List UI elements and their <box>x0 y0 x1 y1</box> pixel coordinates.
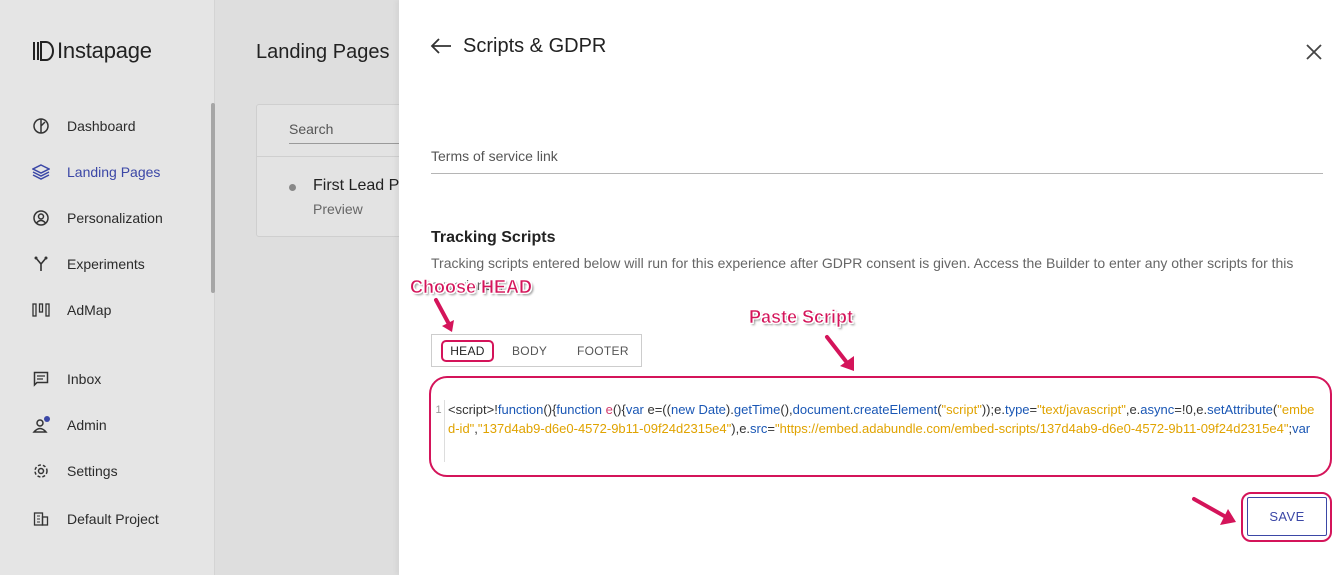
terms-of-service-field[interactable]: Terms of service link <box>431 148 1323 174</box>
sidebar-item-label: Personalization <box>67 210 163 226</box>
sidebar-item-label: Experiments <box>67 256 145 272</box>
arrow-left-icon <box>430 38 451 54</box>
sidebar-item-default-project[interactable]: Default Project <box>32 510 159 528</box>
search-label: Search <box>289 121 334 137</box>
sidebar-item-experiments[interactable]: Experiments <box>32 255 145 273</box>
script-editor[interactable]: 1 <script>!function(){function e(){var e… <box>433 400 1325 462</box>
annotation-paste-script: Paste Script <box>749 307 854 328</box>
person-icon <box>32 416 50 434</box>
sidebar-item-admin[interactable]: Admin <box>32 416 107 434</box>
terms-of-service-label: Terms of service link <box>431 148 558 164</box>
arrow-to-editor-icon <box>825 335 854 371</box>
instapage-logo[interactable]: Instapage <box>32 38 152 64</box>
close-icon <box>1306 44 1322 60</box>
sidebar-item-label: Landing Pages <box>67 164 161 180</box>
message-icon <box>32 370 50 388</box>
scripts-gdpr-panel: Scripts & GDPR Terms of service link Tra… <box>399 0 1338 575</box>
close-button[interactable] <box>1305 43 1323 61</box>
bars-icon <box>32 301 50 319</box>
sidebar-item-landing-pages[interactable]: Landing Pages <box>32 163 160 181</box>
search-input[interactable]: Search <box>289 121 415 144</box>
annotation-choose-head: Choose HEAD <box>410 277 533 298</box>
sidebar-item-label: Inbox <box>67 371 102 387</box>
landing-pages-card: Search First Lead P Preview <box>256 104 416 237</box>
script-location-tabs: HEAD BODY FOOTER <box>431 334 642 367</box>
tab-footer[interactable]: FOOTER <box>577 344 629 358</box>
script-code[interactable]: <script>!function(){function e(){var e=(… <box>448 400 1320 438</box>
sidebar-item-personalization[interactable]: Personalization <box>32 209 163 227</box>
gear-icon <box>32 462 50 480</box>
tracking-scripts-description: Tracking scripts entered below will run … <box>431 255 1294 293</box>
divider <box>257 156 415 157</box>
sidebar-item-dashboard[interactable]: Dashboard <box>32 117 136 135</box>
sidebar-item-label: Admin <box>67 417 107 433</box>
preview-link[interactable]: Preview <box>313 201 363 217</box>
page-title: Landing Pages <box>256 41 390 63</box>
dashboard-icon <box>32 117 50 135</box>
sidebar-item-label: AdMap <box>67 302 112 318</box>
save-button[interactable]: SAVE <box>1247 497 1327 536</box>
layers-icon <box>32 163 50 181</box>
building-icon <box>32 510 50 528</box>
sidebar-scrollbar[interactable] <box>211 103 215 293</box>
line-number: 1 <box>433 400 445 462</box>
back-button[interactable] <box>430 36 454 56</box>
arrow-to-head-icon <box>434 298 454 332</box>
tab-head[interactable]: HEAD <box>441 340 494 362</box>
status-dot <box>289 184 296 191</box>
sidebar-item-label: Settings <box>67 463 118 479</box>
sidebar-item-admap[interactable]: AdMap <box>32 301 111 319</box>
sidebar-item-label: Dashboard <box>67 118 136 134</box>
user-circle-icon <box>32 209 50 227</box>
tab-body[interactable]: BODY <box>512 344 547 358</box>
sidebar-item-label: Default Project <box>67 511 159 527</box>
logo-text: Instapage <box>57 38 152 63</box>
panel-title: Scripts & GDPR <box>463 35 607 57</box>
sidebar: Instapage Dashboard Landing Pages Person… <box>0 0 215 575</box>
sidebar-item-inbox[interactable]: Inbox <box>32 370 101 388</box>
logo-icon <box>33 41 54 61</box>
fork-icon <box>32 255 50 273</box>
tracking-scripts-title: Tracking Scripts <box>431 229 556 246</box>
sidebar-item-settings[interactable]: Settings <box>32 462 118 480</box>
landing-page-name[interactable]: First Lead P <box>313 177 399 195</box>
arrow-to-save-icon <box>1192 497 1236 525</box>
